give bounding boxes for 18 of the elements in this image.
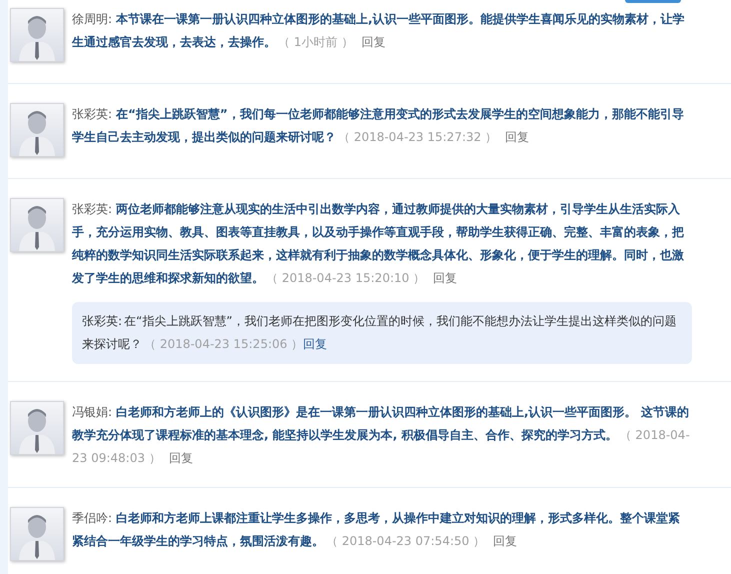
comment-text: 季侣吟: 白老师和方老师上课都注重让学生多操作，多思考，从操作中建立对知识的理解，形式多样化。整个课堂紧紧结合一年级学生的学习特点，氛围活泼有趣。 （ 2018-04-23 07:54:50 ） 回复 <box>72 510 682 550</box>
reply-link[interactable]: 回复 <box>361 35 386 49</box>
avatar-icon <box>10 103 64 157</box>
comment-text: 张彩英: 在“指尖上跳跃智慧”，我们老师在把图形变化位置的时候，我们能不能想办法让学生提出这样类似的问题来探讨呢？ （ 2018-04-23 15:25:06 ）回复 <box>82 313 678 353</box>
avatar-icon <box>10 8 64 62</box>
avatar-icon <box>10 198 64 252</box>
avatar-icon <box>10 401 64 455</box>
reply-link[interactable]: 回复 <box>505 130 530 144</box>
reply-link[interactable]: 回复 <box>168 451 193 465</box>
comment-text: 张彩英: 两位老师都能够注意从现实的生活中引出数学内容，通过教师提供的大量实物素材，引导学生从生活实际入手，充分运用实物、教具、图表等直挂教具，以及动手操作等直观手段，帮助学生获得正确、完整、丰富的表象，把纯粹的数学知识同生活实际联系起来，这样就有利于抽象的数学概念具体化、形象化，便于学生的理解。同时，也激发了学生的思维和探求新知的欲望。 （ 2018-04-23 15:20:10 ） 回复 <box>72 201 685 287</box>
button[interactable] <box>625 0 681 3</box>
reply-link[interactable]: 回复 <box>303 337 328 351</box>
reply-link[interactable]: 回复 <box>493 534 518 548</box>
avatar-icon <box>10 507 64 561</box>
comment-text: 徐周明: 本节课在一课第一册认识四种立体图形的基础上,认识一些平面图形。能提供学生喜闻乐见的实物素材，让学生通过感官去发现，去表达，去操作。 （ 1小时前 ） 回复 <box>72 11 686 51</box>
comment-text: 冯银娟: 白老师和方老师上的《认识图形》是在一课第一册认识四种立体图形的基础上,认识一些平面图形。 这节课的教学充分体现了课程标准的基本理念, 能坚持以学生发展为本, 积极倡导自主、合作、探究的学习方式。 （ 2018-04-23 09:48:03 ） 回复 <box>72 404 691 467</box>
reply-link[interactable]: 回复 <box>433 271 458 285</box>
comment-text: 张彩英: 在“指尖上跳跃智慧”，我们每一位老师都能够注意用变式的形式去发展学生的空间想象能力，那能不能引导学生自己去主动发现，提出类似的问题来研讨呢？ （ 2018-04-23 15:27:32 ） 回复 <box>72 106 685 146</box>
